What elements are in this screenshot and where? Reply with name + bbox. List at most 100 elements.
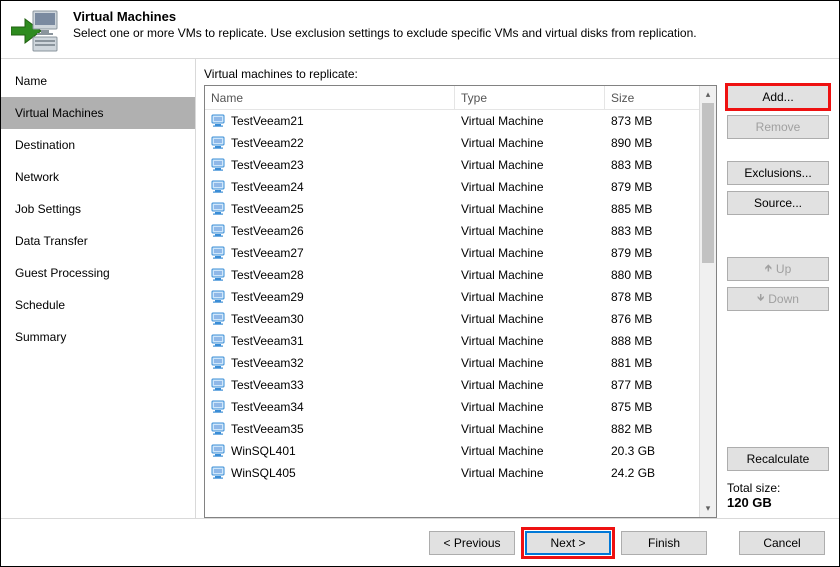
nav-item-data-transfer[interactable]: Data Transfer bbox=[1, 225, 195, 257]
cell-name: TestVeeam24 bbox=[205, 179, 455, 195]
total-size-value: 120 GB bbox=[727, 495, 829, 510]
nav-item-summary[interactable]: Summary bbox=[1, 321, 195, 353]
cell-size: 24.2 GB bbox=[605, 466, 699, 480]
vm-icon bbox=[211, 179, 227, 195]
nav-item-job-settings[interactable]: Job Settings bbox=[1, 193, 195, 225]
column-header-size[interactable]: Size bbox=[605, 86, 699, 109]
cell-type: Virtual Machine bbox=[455, 466, 605, 480]
total-size: Total size: 120 GB bbox=[727, 481, 829, 510]
cell-type: Virtual Machine bbox=[455, 422, 605, 436]
vm-panel: Virtual machines to replicate: Name Type… bbox=[196, 59, 723, 518]
cell-name: TestVeeam23 bbox=[205, 157, 455, 173]
table-row[interactable]: TestVeeam24Virtual Machine879 MB bbox=[205, 176, 699, 198]
cell-size: 890 MB bbox=[605, 136, 699, 150]
next-button[interactable]: Next > bbox=[525, 531, 611, 555]
cell-type: Virtual Machine bbox=[455, 268, 605, 282]
table-row[interactable]: WinSQL405 Virtual Machine24.2 GB bbox=[205, 462, 699, 484]
table-row[interactable]: TestVeeam26 Virtual Machine883 MB bbox=[205, 220, 699, 242]
column-header-type[interactable]: Type bbox=[455, 86, 605, 109]
wizard-nav: NameVirtual MachinesDestinationNetworkJo… bbox=[1, 59, 196, 518]
cell-type: Virtual Machine bbox=[455, 158, 605, 172]
recalculate-button[interactable]: Recalculate bbox=[727, 447, 829, 471]
cell-type: Virtual Machine bbox=[455, 400, 605, 414]
table-row[interactable]: TestVeeam33Virtual Machine877 MB bbox=[205, 374, 699, 396]
cell-type: Virtual Machine bbox=[455, 246, 605, 260]
nav-item-name[interactable]: Name bbox=[1, 65, 195, 97]
table-row[interactable]: TestVeeam34Virtual Machine875 MB bbox=[205, 396, 699, 418]
cancel-button[interactable]: Cancel bbox=[739, 531, 825, 555]
header-subtitle: Select one or more VMs to replicate. Use… bbox=[73, 26, 697, 40]
vm-name: WinSQL405 bbox=[231, 466, 296, 480]
table-row[interactable]: TestVeeam32Virtual Machine881 MB bbox=[205, 352, 699, 374]
table-row[interactable]: WinSQL401Virtual Machine20.3 GB bbox=[205, 440, 699, 462]
vm-grid-rows: TestVeeam21Virtual Machine873 MBTestVeea… bbox=[205, 110, 699, 484]
table-row[interactable]: TestVeeam21Virtual Machine873 MB bbox=[205, 110, 699, 132]
cell-size: 879 MB bbox=[605, 246, 699, 260]
vm-name: TestVeeam32 bbox=[231, 356, 304, 370]
cell-name: TestVeeam32 bbox=[205, 355, 455, 371]
nav-item-guest-processing[interactable]: Guest Processing bbox=[1, 257, 195, 289]
scroll-down-arrow-icon[interactable]: ▾ bbox=[700, 500, 716, 517]
column-header-name[interactable]: Name bbox=[205, 86, 455, 109]
scroll-track[interactable] bbox=[700, 103, 716, 500]
nav-item-virtual-machines[interactable]: Virtual Machines bbox=[1, 97, 195, 129]
exclusions-button[interactable]: Exclusions... bbox=[727, 161, 829, 185]
cell-size: 875 MB bbox=[605, 400, 699, 414]
table-row[interactable]: TestVeeam29Virtual Machine878 MB bbox=[205, 286, 699, 308]
cell-name: TestVeeam34 bbox=[205, 399, 455, 415]
cell-size: 880 MB bbox=[605, 268, 699, 282]
vm-icon bbox=[211, 157, 227, 173]
vm-name: TestVeeam31 bbox=[231, 334, 304, 348]
nav-item-destination[interactable]: Destination bbox=[1, 129, 195, 161]
vertical-scrollbar[interactable]: ▴ ▾ bbox=[699, 86, 716, 517]
vm-name: TestVeeam26 bbox=[231, 224, 304, 238]
previous-button[interactable]: < Previous bbox=[429, 531, 515, 555]
wizard-window: Virtual Machines Select one or more VMs … bbox=[0, 0, 840, 567]
table-row[interactable]: TestVeeam28 Virtual Machine880 MB bbox=[205, 264, 699, 286]
cell-name: TestVeeam29 bbox=[205, 289, 455, 305]
table-row[interactable]: TestVeeam30Virtual Machine876 MB bbox=[205, 308, 699, 330]
vm-name: TestVeeam22 bbox=[231, 136, 304, 150]
move-down-label: Down bbox=[768, 292, 799, 306]
cell-name: TestVeeam28 bbox=[205, 267, 455, 283]
table-row[interactable]: TestVeeam35Virtual Machine882 MB bbox=[205, 418, 699, 440]
vm-icon bbox=[211, 399, 227, 415]
table-row[interactable]: TestVeeam31Virtual Machine888 MB bbox=[205, 330, 699, 352]
cell-type: Virtual Machine bbox=[455, 290, 605, 304]
action-panel: Add... Remove Exclusions... Source... 🡹 … bbox=[723, 59, 839, 518]
vm-icon bbox=[211, 245, 227, 261]
remove-button[interactable]: Remove bbox=[727, 115, 829, 139]
vm-grid: Name Type Size TestVeeam21Virtual Machin… bbox=[204, 85, 717, 518]
vm-name: TestVeeam28 bbox=[231, 268, 304, 282]
move-down-button[interactable]: 🡻 Down bbox=[727, 287, 829, 311]
scroll-thumb[interactable] bbox=[702, 103, 714, 263]
wizard-footer: < Previous Next > Finish Cancel bbox=[1, 518, 839, 566]
add-button[interactable]: Add... bbox=[727, 85, 829, 109]
vm-icon bbox=[211, 201, 227, 217]
vm-icon bbox=[211, 223, 227, 239]
nav-item-network[interactable]: Network bbox=[1, 161, 195, 193]
cell-size: 883 MB bbox=[605, 224, 699, 238]
cell-name: WinSQL405 bbox=[205, 465, 455, 481]
cell-type: Virtual Machine bbox=[455, 224, 605, 238]
cell-size: 876 MB bbox=[605, 312, 699, 326]
table-row[interactable]: TestVeeam25Virtual Machine885 MB bbox=[205, 198, 699, 220]
cell-name: TestVeeam25 bbox=[205, 201, 455, 217]
finish-button[interactable]: Finish bbox=[621, 531, 707, 555]
source-button[interactable]: Source... bbox=[727, 191, 829, 215]
nav-item-schedule[interactable]: Schedule bbox=[1, 289, 195, 321]
move-up-button[interactable]: 🡹 Up bbox=[727, 257, 829, 281]
cell-size: 877 MB bbox=[605, 378, 699, 392]
vm-name: TestVeeam24 bbox=[231, 180, 304, 194]
cell-size: 878 MB bbox=[605, 290, 699, 304]
arrow-down-icon: 🡻 bbox=[757, 291, 764, 308]
cell-name: TestVeeam35 bbox=[205, 421, 455, 437]
vm-grid-scroll: Name Type Size TestVeeam21Virtual Machin… bbox=[205, 86, 699, 517]
vm-icon bbox=[211, 333, 227, 349]
cell-size: 20.3 GB bbox=[605, 444, 699, 458]
table-row[interactable]: TestVeeam23Virtual Machine883 MB bbox=[205, 154, 699, 176]
table-row[interactable]: TestVeeam27Virtual Machine879 MB bbox=[205, 242, 699, 264]
cell-name: TestVeeam30 bbox=[205, 311, 455, 327]
scroll-up-arrow-icon[interactable]: ▴ bbox=[700, 86, 716, 103]
table-row[interactable]: TestVeeam22Virtual Machine890 MB bbox=[205, 132, 699, 154]
